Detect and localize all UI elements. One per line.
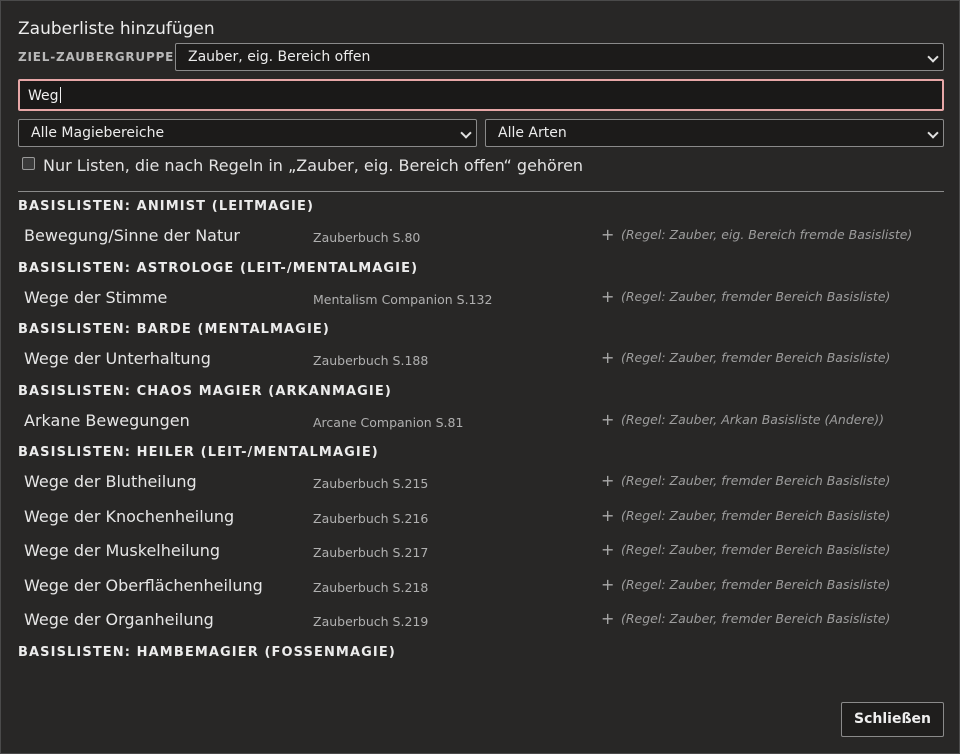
spell-list-source: Zauberbuch S.216: [313, 510, 429, 526]
rules-only-checkbox[interactable]: [22, 157, 35, 170]
spell-list-group: BASISLISTEN: ASTROLOGE (LEIT-/MENTALMAGI…: [18, 254, 944, 316]
add-icon[interactable]: +: [601, 506, 614, 525]
dialog-title: Zauberliste hinzufügen: [18, 19, 215, 39]
spell-list-row[interactable]: Wege der Organheilung Zauberbuch S.219 + (R…: [18, 603, 944, 638]
target-group-label: ZIEL-ZAUBERGRUPPE: [18, 50, 175, 64]
group-header: BASISLISTEN: HEILER (LEIT-/MENTALMAGIE): [18, 445, 379, 460]
spell-list-row[interactable]: Arkane Bewegungen Arcane Companion S.81 + (…: [18, 404, 944, 439]
spell-list-row[interactable]: Bewegung/Sinne der Natur Zauberbuch S.80 +…: [18, 219, 944, 254]
kind-filter-select[interactable]: Alle Arten: [485, 119, 944, 147]
spell-list-group: BASISLISTEN: BARDE (MENTALMAGIE) Wege der…: [18, 315, 944, 377]
spell-list-rule: (Regel: Zauber, fremder Bereich Basislis…: [621, 507, 891, 523]
spell-list-source: Mentalism Companion S.132: [313, 291, 493, 307]
search-input[interactable]: Weg: [18, 79, 944, 111]
spell-list-name: Wege der Knochenheilung: [24, 506, 235, 526]
spell-list-group: BASISLISTEN: ANIMIST (LEITMAGIE) Bewegung…: [18, 192, 944, 254]
spell-list-row[interactable]: Wege der Muskelheilung Zauberbuch S.217 + (…: [18, 534, 944, 569]
realm-filter-value: Alle Magiebereiche: [31, 125, 165, 141]
spell-list-rule: (Regel: Zauber, eig. Bereich fremde Basi…: [621, 227, 913, 242]
spell-list-row[interactable]: Wege der Oberflächenheilung Zauberbuch S.…: [18, 569, 944, 604]
spell-list-name: Arkane Bewegungen: [24, 410, 190, 430]
spell-list-row[interactable]: Wege der Blutheilung Zauberbuch S.215 + (Re…: [18, 465, 944, 500]
spell-list-name: Wege der Stimme: [24, 287, 168, 307]
add-icon[interactable]: +: [601, 348, 614, 367]
spell-list-source: Zauberbuch S.217: [313, 545, 429, 560]
spell-list-row[interactable]: Wege der Unterhaltung Zauberbuch S.188 + (R…: [18, 342, 944, 377]
add-icon[interactable]: +: [601, 609, 614, 628]
spell-list-row[interactable]: Wege der Stimme Mentalism Companion S.132…: [18, 281, 944, 316]
kind-filter-value: Alle Arten: [498, 125, 567, 141]
text-caret: [59, 87, 61, 103]
close-button[interactable]: Schließen: [841, 702, 944, 737]
group-header: BASISLISTEN: CHAOS MAGIER (ARKANMAGIE): [18, 383, 392, 399]
chevron-down-icon: [460, 127, 472, 139]
spell-list-group: BASISLISTEN: HAMBEMAGIER (FOSSENMAGIE): [18, 638, 944, 665]
spell-list-results[interactable]: BASISLISTEN: ANIMIST (LEITMAGIE) Bewegung…: [18, 192, 944, 686]
spell-list-source: Zauberbuch S.80: [313, 230, 421, 245]
spell-list-name: Wege der Blutheilung: [24, 472, 197, 491]
spell-list-source: Zauberbuch S.188: [313, 353, 429, 368]
group-header: BASISLISTEN: BARDE (MENTALMAGIE): [18, 322, 330, 337]
add-icon[interactable]: +: [601, 410, 614, 429]
spell-list-name: Wege der Muskelheilung: [24, 541, 221, 560]
spell-list-rule: (Regel: Zauber, fremder Bereich Basislis…: [621, 576, 891, 592]
spell-list-rule: (Regel: Zauber, fremder Bereich Basislis…: [621, 350, 891, 365]
rules-only-label: Nur Listen, die nach Regeln in „Zauber, …: [43, 156, 584, 175]
rules-only-checkbox-row[interactable]: Nur Listen, die nach Regeln in „Zauber, …: [22, 156, 583, 175]
search-value: Weg: [28, 88, 59, 104]
add-icon[interactable]: +: [601, 287, 614, 306]
add-icon[interactable]: +: [601, 575, 614, 594]
spell-list-group: BASISLISTEN: CHAOS MAGIER (ARKANMAGIE) Ar…: [18, 377, 944, 439]
target-group-row: ZIEL-ZAUBERGRUPPE Zauber, eig. Bereich o…: [18, 43, 944, 71]
spell-list-source: Zauberbuch S.215: [313, 476, 429, 491]
spell-list-name: Wege der Unterhaltung: [24, 349, 211, 368]
chevron-down-icon: [927, 51, 939, 63]
target-group-value: Zauber, eig. Bereich offen: [188, 49, 371, 65]
spell-list-rule: (Regel: Zauber, fremder Bereich Basislis…: [621, 542, 891, 557]
spell-list-rule: (Regel: Zauber, fremder Bereich Basislis…: [621, 473, 891, 488]
spell-list-row[interactable]: Wege der Knochenheilung Zauberbuch S.216 +…: [18, 500, 944, 535]
realm-filter-select[interactable]: Alle Magiebereiche: [18, 119, 477, 147]
spell-list-source: Zauberbuch S.219: [313, 614, 429, 629]
spell-list-rule: (Regel: Zauber, fremder Bereich Basislis…: [621, 288, 891, 304]
add-icon[interactable]: +: [601, 225, 614, 244]
add-spell-list-dialog: Zauberliste hinzufügen ZIEL-ZAUBERGRUPPE…: [0, 0, 960, 754]
chevron-down-icon: [927, 127, 939, 139]
spell-list-rule: (Regel: Zauber, fremder Bereich Basislis…: [621, 611, 891, 626]
add-icon[interactable]: +: [601, 540, 614, 559]
add-icon[interactable]: +: [601, 471, 614, 490]
spell-list-rule: (Regel: Zauber, Arkan Basisliste (Andere…: [621, 411, 885, 427]
target-group-select[interactable]: Zauber, eig. Bereich offen: [175, 43, 944, 71]
group-header: BASISLISTEN: ASTROLOGE (LEIT-/MENTALMAGI…: [18, 260, 419, 276]
spell-list-group: BASISLISTEN: HEILER (LEIT-/MENTALMAGIE) W…: [18, 438, 944, 638]
spell-list-source: Arcane Companion S.81: [313, 414, 464, 430]
spell-list-source: Zauberbuch S.218: [313, 579, 429, 595]
group-header: BASISLISTEN: ANIMIST (LEITMAGIE): [18, 199, 315, 214]
group-header: BASISLISTEN: HAMBEMAGIER (FOSSENMAGIE): [18, 644, 396, 660]
spell-list-name: Wege der Oberflächenheilung: [24, 575, 263, 595]
spell-list-name: Wege der Organheilung: [24, 610, 214, 629]
spell-list-name: Bewegung/Sinne der Natur: [24, 226, 240, 245]
